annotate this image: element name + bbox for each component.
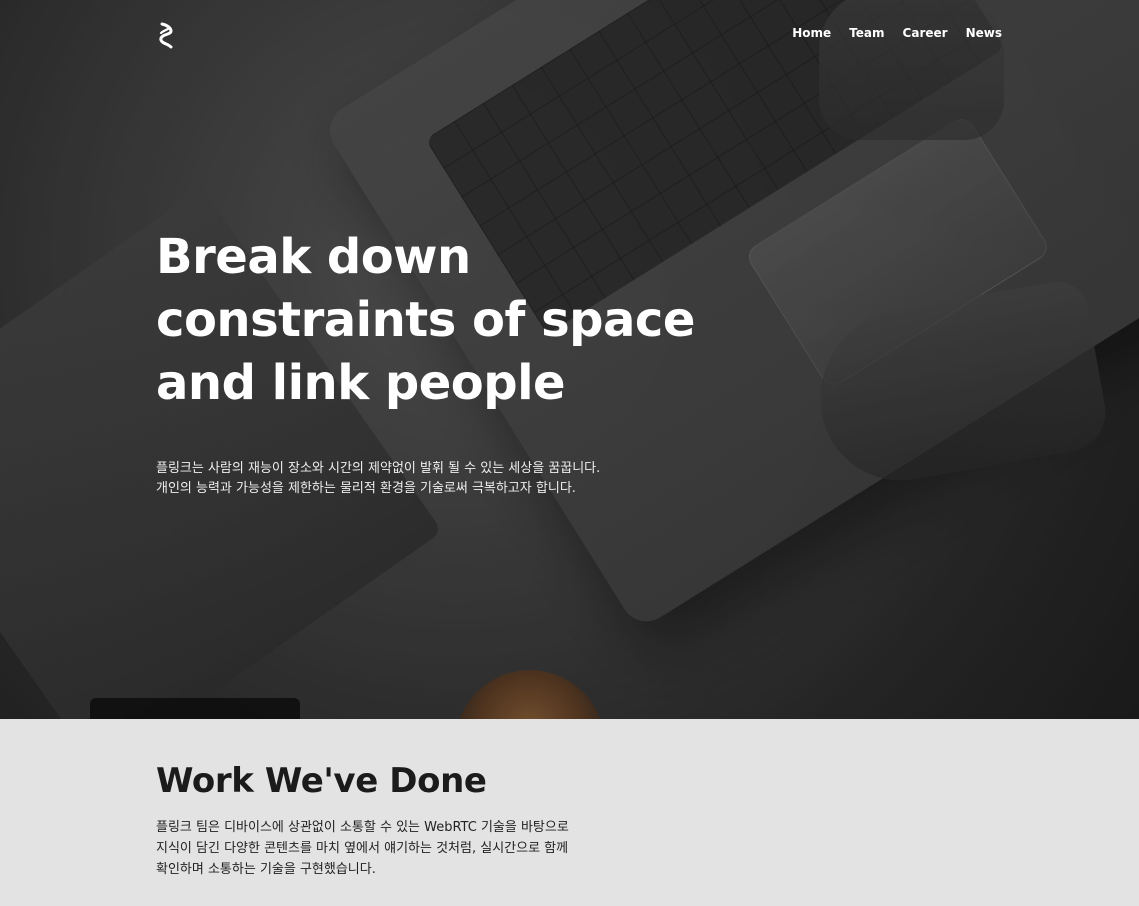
hero-subtitle-line: 개인의 능력과 가능성을 제한하는 물리적 환경을 기술로써 극복하고자 합니다… — [156, 481, 576, 496]
main-nav: Home Team Career News — [792, 24, 1002, 42]
nav-team-link[interactable]: Team — [849, 24, 884, 42]
hero-title-line: Break down — [156, 229, 471, 285]
logo-link[interactable] — [156, 21, 176, 49]
background-phone-image — [90, 698, 300, 719]
hero-subtitle: 플링크는 사람의 재능이 장소와 시간의 제약없이 발휘 될 수 있는 세상을 … — [156, 459, 676, 499]
work-description-line: 확인하며 소통하는 기술을 구현했습니다. — [156, 862, 376, 877]
work-section: Work We've Done 플링크 팀은 디바이스에 상관없이 소통할 수 … — [0, 719, 1139, 906]
site-header: Home Team Career News — [0, 0, 1139, 70]
nav-home-link[interactable]: Home — [792, 24, 831, 42]
work-description-line: 지식이 담긴 다양한 콘텐츠를 마치 옆에서 얘기하는 것처럼, 실시간으로 함… — [156, 841, 569, 856]
nav-career-link[interactable]: Career — [903, 24, 948, 42]
work-content: Work We've Done 플링크 팀은 디바이스에 상관없이 소통할 수 … — [156, 759, 676, 880]
hero-content: Break down constraints of space and link… — [156, 226, 716, 499]
work-section-title: Work We've Done — [156, 761, 487, 801]
background-coffee-cup-image — [455, 670, 605, 719]
hero-title-line: constraints of space — [156, 292, 695, 348]
hero-title: Break down constraints of space and link… — [156, 226, 716, 415]
hero-section: Home Team Career News Break down constra… — [0, 0, 1139, 719]
nav-news-link[interactable]: News — [966, 24, 1002, 42]
hero-title-line: and link people — [156, 355, 566, 411]
work-description-line: 플링크 팀은 디바이스에 상관없이 소통할 수 있는 WebRTC 기술을 바탕… — [156, 820, 569, 835]
work-description: 플링크 팀은 디바이스에 상관없이 소통할 수 있는 WebRTC 기술을 바탕… — [156, 817, 676, 880]
logo-icon — [159, 22, 173, 49]
hero-subtitle-line: 플링크는 사람의 재능이 장소와 시간의 제약없이 발휘 될 수 있는 세상을 … — [156, 461, 601, 476]
